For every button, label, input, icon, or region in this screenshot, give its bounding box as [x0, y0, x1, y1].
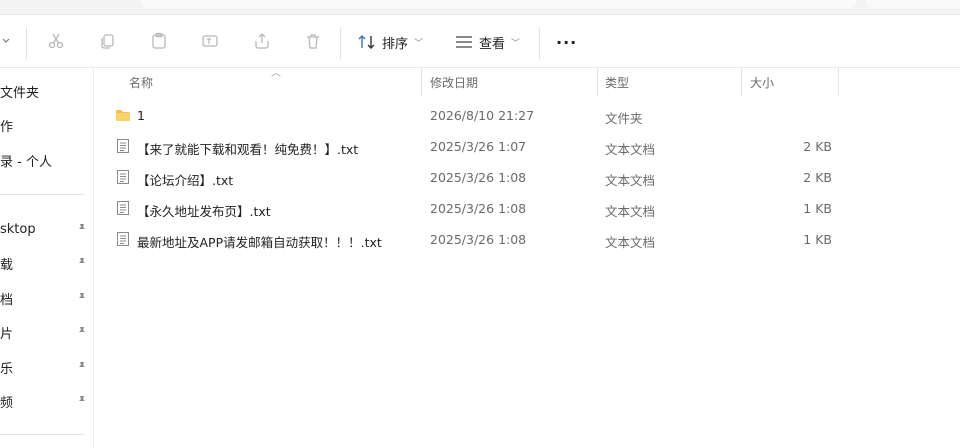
- file-date: 2025/3/26 1:08: [430, 170, 527, 185]
- chevron-down-icon[interactable]: [0, 31, 16, 51]
- delete-icon[interactable]: [303, 31, 323, 51]
- share-icon[interactable]: [252, 31, 272, 51]
- file-type: 文本文档: [605, 235, 656, 250]
- text-file-icon: [117, 201, 129, 215]
- column-divider[interactable]: [741, 68, 742, 96]
- toolbar-divider: [539, 27, 540, 59]
- pin-icon: [79, 224, 85, 234]
- sort-icon: [358, 35, 375, 49]
- address-bar-edge[interactable]: [140, 0, 856, 8]
- file-date: 2026/8/10 21:27: [430, 108, 535, 123]
- file-name: 【论坛介绍】.txt: [137, 173, 234, 188]
- file-type: 文件夹: [605, 111, 643, 126]
- window-top-strip: [0, 0, 960, 14]
- more-icon: ···: [556, 32, 578, 52]
- column-divider[interactable]: [838, 68, 839, 96]
- rename-icon[interactable]: [200, 31, 220, 51]
- file-list: ︿ 名称 修改日期 类型 大小 1 2026/8/10 21:27 文件夹 【来…: [95, 68, 960, 448]
- chevron-down-icon: ﹀: [511, 38, 521, 49]
- file-date: 2025/3/26 1:08: [430, 201, 527, 216]
- text-file-icon: [117, 232, 129, 246]
- nav-item-documents[interactable]: 档: [0, 286, 94, 310]
- nav-item-music[interactable]: 乐: [0, 355, 94, 379]
- file-type: 文本文档: [605, 173, 656, 188]
- chevron-down-icon: ﹀: [414, 38, 424, 49]
- file-type: 文本文档: [605, 204, 656, 219]
- view-label: 查看: [479, 36, 506, 52]
- column-header-date[interactable]: 修改日期: [430, 74, 478, 91]
- file-date: 2025/3/26 1:08: [430, 232, 527, 247]
- copy-icon[interactable]: [97, 31, 117, 51]
- text-file-icon: [117, 170, 129, 184]
- pin-icon: [79, 258, 85, 268]
- file-size: 1 KB: [803, 232, 832, 247]
- sort-ascending-icon: ︿: [271, 68, 281, 79]
- column-header-type[interactable]: 类型: [605, 74, 629, 91]
- file-name: 1: [137, 108, 145, 123]
- file-size: 2 KB: [803, 139, 832, 154]
- navigation-pane: 文件夹 作 录 - 个人 sktop 载 档 片 乐 频: [0, 68, 94, 448]
- pin-icon: [79, 327, 85, 337]
- cut-icon[interactable]: [46, 31, 66, 51]
- pin-icon: [79, 396, 85, 406]
- nav-item-pictures[interactable]: 片: [0, 320, 94, 344]
- command-bar: 排序 ﹀ 查看 ﹀ ···: [0, 14, 960, 68]
- nav-item-desktop[interactable]: sktop: [0, 217, 94, 241]
- text-file-icon: [117, 139, 129, 153]
- column-divider[interactable]: [597, 68, 598, 96]
- nav-item[interactable]: 作: [0, 113, 94, 137]
- file-date: 2025/3/26 1:07: [430, 139, 527, 154]
- file-row[interactable]: 1 2026/8/10 21:27 文件夹: [95, 101, 960, 131]
- toolbar-divider: [26, 27, 27, 59]
- file-name: 最新地址及APP请发邮箱自动获取！！！.txt: [137, 235, 382, 250]
- nav-item-videos[interactable]: 频: [0, 389, 94, 413]
- file-type: 文本文档: [605, 142, 656, 157]
- nav-item-downloads[interactable]: 载: [0, 251, 94, 275]
- nav-item[interactable]: 录 - 个人: [0, 148, 94, 172]
- file-name: 【永久地址发布页】.txt: [137, 204, 271, 219]
- file-row[interactable]: 【论坛介绍】.txt 2025/3/26 1:08 文本文档 2 KB: [95, 163, 960, 193]
- pin-icon: [79, 293, 85, 303]
- file-row[interactable]: 【永久地址发布页】.txt 2025/3/26 1:08 文本文档 1 KB: [95, 194, 960, 224]
- nav-divider: [0, 194, 84, 195]
- folder-icon: [116, 110, 130, 121]
- nav-item[interactable]: 文件夹: [0, 79, 94, 103]
- column-header-name[interactable]: 名称: [129, 74, 153, 91]
- pin-icon: [79, 362, 85, 372]
- column-header-size[interactable]: 大小: [750, 74, 774, 91]
- nav-divider: [0, 434, 84, 435]
- file-size: 2 KB: [803, 170, 832, 185]
- view-icon: [456, 36, 472, 48]
- more-options-button[interactable]: ···: [556, 29, 577, 55]
- file-row[interactable]: 【来了就能下载和观看！纯免费！】.txt 2025/3/26 1:07 文本文档…: [95, 132, 960, 162]
- paste-icon[interactable]: [149, 31, 169, 51]
- file-size: 1 KB: [803, 201, 832, 216]
- search-box-edge[interactable]: [866, 0, 960, 8]
- file-name: 【来了就能下载和观看！纯免费！】.txt: [137, 142, 359, 157]
- file-row[interactable]: 最新地址及APP请发邮箱自动获取！！！.txt 2025/3/26 1:08 文…: [95, 225, 960, 255]
- sort-button[interactable]: 排序 ﹀: [358, 29, 423, 55]
- view-button[interactable]: 查看 ﹀: [455, 29, 520, 55]
- toolbar-divider: [340, 27, 341, 59]
- sort-label: 排序: [382, 36, 409, 52]
- column-divider[interactable]: [421, 68, 422, 96]
